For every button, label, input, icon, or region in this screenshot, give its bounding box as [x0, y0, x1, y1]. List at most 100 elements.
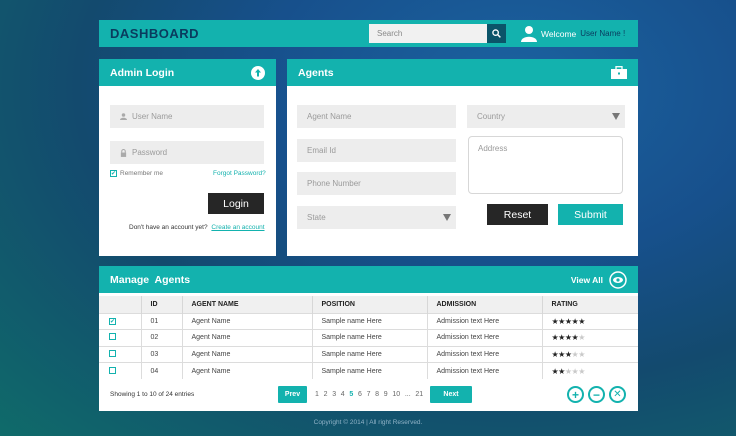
login-header: Admin Login	[99, 59, 276, 86]
row-agent-name: Agent Name	[182, 362, 313, 379]
row-rating: ★★★★★	[542, 345, 638, 363]
agent-name-placeholder: Agent Name	[307, 112, 352, 121]
star-icon: ★	[578, 316, 585, 326]
password-field[interactable]: Password	[110, 141, 264, 164]
app-title: DASHBOARD	[110, 26, 199, 41]
search-input[interactable]	[369, 24, 487, 43]
row-checkbox[interactable]	[109, 333, 116, 341]
star-icon: ★	[564, 333, 572, 343]
row-admission: Admission text Here	[427, 329, 543, 346]
table-header-row: ID AGENT NAME POSITION ADMISSION RATING	[99, 296, 638, 313]
remove-button[interactable]: −	[588, 386, 605, 403]
phone-placeholder: Phone Number	[307, 179, 361, 188]
next-button[interactable]: Next	[430, 386, 472, 403]
col-select	[99, 296, 142, 313]
chevron-down-icon	[443, 214, 451, 221]
email-field[interactable]: Email Id	[297, 139, 456, 162]
row-position: Sample name Here	[312, 345, 428, 363]
welcome-area[interactable]: Welcome User Name !	[521, 25, 625, 42]
minus-icon: −	[592, 387, 600, 402]
col-admission: ADMISSION	[427, 296, 543, 313]
delete-button[interactable]: ✕	[609, 386, 626, 403]
no-account-text: Don't have an account yet?	[129, 224, 208, 231]
page-link[interactable]: 5	[349, 391, 353, 398]
country-select[interactable]: Country	[467, 105, 625, 128]
star-icon: ★	[564, 366, 572, 376]
address-textarea[interactable]: Address	[468, 136, 623, 194]
page-link[interactable]: 10	[392, 391, 400, 398]
row-checkbox[interactable]	[109, 349, 116, 357]
address-placeholder: Address	[478, 144, 508, 153]
login-button[interactable]: Login	[208, 193, 264, 214]
row-rating: ★★★★★	[542, 362, 638, 379]
eye-icon	[609, 270, 627, 289]
view-all-button[interactable]: View All	[570, 270, 627, 289]
pagination: 1 2 3 4 5 6 7 8 9 10... 21	[315, 391, 423, 398]
row-id: 03	[141, 345, 183, 363]
forgot-password-link[interactable]: Forgot Password?	[213, 170, 266, 177]
user-icon	[120, 113, 127, 120]
manage-title: Manage Agents	[110, 273, 191, 286]
state-select[interactable]: State	[297, 206, 456, 229]
lock-icon	[120, 148, 127, 157]
page-link[interactable]: 2	[324, 391, 328, 398]
agent-name-field[interactable]: Agent Name	[297, 105, 456, 128]
row-select-cell[interactable]	[99, 362, 142, 379]
star-icon: ★	[578, 333, 585, 343]
search-icon	[492, 29, 501, 38]
add-button[interactable]: +	[567, 386, 584, 403]
user-avatar-icon	[521, 26, 537, 42]
star-icon: ★	[564, 316, 572, 326]
row-checkbox[interactable]: ✔	[109, 318, 116, 325]
table-row[interactable]: 04 Agent Name Sample name Here Admission te…	[99, 362, 638, 379]
create-account-link[interactable]: Create an account	[211, 224, 264, 231]
row-id: 01	[141, 312, 183, 330]
row-position: Sample name Here	[312, 312, 428, 330]
page-link[interactable]: 21	[415, 391, 423, 398]
table-row[interactable]: ✔ 01 Agent Name Sample name Here Admission t…	[99, 312, 638, 330]
upload-icon[interactable]	[251, 65, 265, 80]
row-rating: ★★★★★	[542, 312, 638, 330]
reset-button[interactable]: Reset	[487, 204, 548, 225]
agents-panel: Agents Agent Name Email Id Phone Number …	[287, 59, 638, 256]
email-placeholder: Email Id	[307, 146, 336, 155]
remember-label: Remember me	[120, 170, 163, 177]
plus-icon: +	[571, 387, 579, 402]
login-title: Admin Login	[110, 66, 175, 79]
welcome-text: Welcome	[541, 28, 577, 39]
row-agent-name: Agent Name	[182, 312, 313, 330]
row-admission: Admission text Here	[427, 362, 543, 379]
prev-button[interactable]: Prev	[278, 386, 307, 403]
remember-checkbox[interactable]: ✔	[110, 170, 117, 177]
submit-button[interactable]: Submit	[558, 204, 623, 225]
row-checkbox[interactable]	[109, 366, 116, 374]
star-icon: ★	[558, 333, 565, 343]
search-button[interactable]	[487, 24, 506, 43]
view-all-label: View All	[570, 274, 603, 285]
page-link[interactable]: 6	[358, 391, 362, 398]
page-link[interactable]: 7	[367, 391, 371, 398]
star-icon: ★	[558, 349, 565, 359]
page-link[interactable]: 1	[315, 391, 319, 398]
star-icon: ★	[578, 349, 585, 359]
username-field[interactable]: User Name	[110, 105, 264, 128]
remember-me[interactable]: ✔ Remember me	[110, 170, 163, 177]
row-id: 04	[141, 362, 183, 379]
state-placeholder: State	[307, 213, 326, 222]
page-link[interactable]: 8	[375, 391, 379, 398]
user-name: User Name !	[580, 29, 626, 38]
row-select-cell[interactable]: ✔	[99, 312, 142, 330]
page-link[interactable]: 3	[332, 391, 336, 398]
row-select-cell[interactable]	[99, 329, 142, 346]
row-select-cell[interactable]	[99, 345, 142, 363]
star-icon: ★	[558, 366, 565, 376]
phone-field[interactable]: Phone Number	[297, 172, 456, 195]
username-placeholder: User Name	[132, 112, 173, 121]
page-link[interactable]: 4	[341, 391, 345, 398]
table-row[interactable]: 02 Agent Name Sample name Here Admission te…	[99, 329, 638, 346]
table-row[interactable]: 03 Agent Name Sample name Here Admission te…	[99, 345, 638, 363]
page-link[interactable]: 9	[384, 391, 388, 398]
row-position: Sample name Here	[312, 362, 428, 379]
entries-info: Showing 1 to 10 of 24 entries	[110, 391, 195, 398]
signup-line: Don't have an account yet? Create an acc…	[129, 224, 265, 231]
